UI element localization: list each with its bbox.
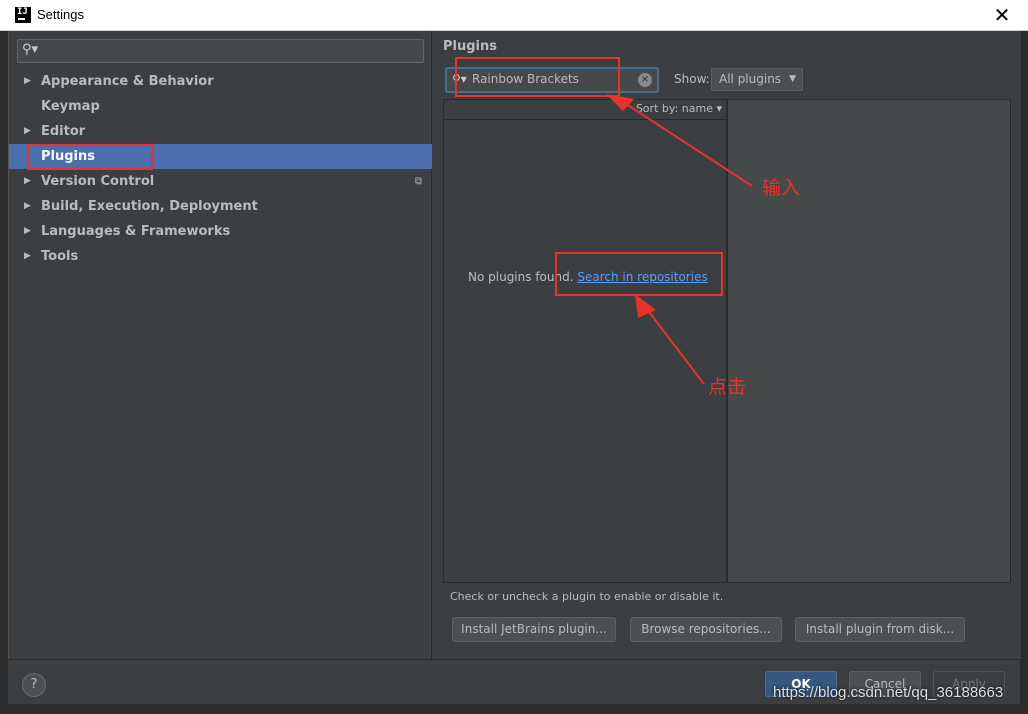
sidebar-item-tools[interactable]: ▶ Tools — [9, 244, 432, 269]
close-icon[interactable]: ✕ — [990, 3, 1014, 27]
expand-arrow-icon[interactable]: ▶ — [24, 119, 31, 144]
sidebar-item-label: Keymap — [41, 99, 100, 114]
sort-by-label: Sort by: name — [635, 102, 713, 115]
browse-repositories-button[interactable]: Browse repositories... — [630, 617, 782, 642]
sidebar-item-label: Tools — [41, 249, 79, 264]
show-label: Show: — [674, 72, 710, 86]
title-bar: IJ Settings ✕ — [0, 0, 1028, 31]
search-icon: ⚲▾ — [22, 42, 39, 57]
sidebar-item-version-control[interactable]: ▶ Version Control ⧉ — [9, 169, 432, 194]
expand-arrow-icon[interactable]: ▶ — [24, 244, 31, 269]
settings-sidebar: ⚲▾ ▶ Appearance & Behavior Keymap ▶ Edit… — [9, 31, 432, 659]
annotation-box-link — [555, 252, 723, 296]
plugin-list: Sort by: name ▾ No plugins found. Search… — [443, 99, 727, 583]
plugin-detail-panel — [727, 99, 1011, 583]
enable-hint: Check or uncheck a plugin to enable or d… — [450, 590, 724, 603]
chevron-down-icon: ▼ — [789, 74, 796, 84]
sidebar-item-label: Editor — [41, 124, 86, 139]
settings-content: ⚲▾ ▶ Appearance & Behavior Keymap ▶ Edit… — [8, 31, 1021, 659]
expand-arrow-icon[interactable]: ▶ — [24, 69, 31, 94]
editor-background-strip — [0, 704, 1028, 714]
help-button[interactable]: ? — [22, 673, 46, 697]
annotation-label-click: 点击 — [708, 376, 747, 398]
sidebar-item-label: Build, Execution, Deployment — [41, 199, 258, 214]
expand-arrow-icon[interactable]: ▶ — [24, 194, 31, 219]
intellij-app-icon: IJ — [15, 7, 31, 23]
page-title: Plugins — [443, 39, 497, 54]
sidebar-item-label: Version Control — [41, 174, 155, 189]
settings-window: IJ Settings ✕ ⚲▾ ▶ Appearance & Behavior… — [0, 0, 1028, 714]
project-settings-icon: ⧉ — [414, 176, 422, 187]
install-from-disk-button[interactable]: Install plugin from disk... — [795, 617, 965, 642]
sidebar-item-build[interactable]: ▶ Build, Execution, Deployment — [9, 194, 432, 219]
sidebar-item-editor[interactable]: ▶ Editor — [9, 119, 432, 144]
plugin-list-header: Sort by: name ▾ — [444, 100, 726, 120]
sidebar-item-label: Languages & Frameworks — [41, 224, 231, 239]
annotation-box-plugins — [27, 144, 153, 170]
clear-icon[interactable]: × — [638, 73, 652, 87]
plugins-panel: Plugins ⚲▾ Rainbow Brackets × Show: All … — [433, 31, 1021, 659]
expand-arrow-icon[interactable]: ▶ — [24, 219, 31, 244]
install-jetbrains-plugin-button[interactable]: Install JetBrains plugin... — [452, 617, 616, 642]
sidebar-item-keymap[interactable]: Keymap — [9, 94, 432, 119]
annotation-label-input: 输入 — [762, 177, 801, 199]
expand-arrow-icon[interactable]: ▶ — [24, 169, 31, 194]
sidebar-item-languages[interactable]: ▶ Languages & Frameworks — [9, 219, 432, 244]
sidebar-item-appearance[interactable]: ▶ Appearance & Behavior — [9, 69, 432, 94]
show-filter-select[interactable]: All plugins ▼ — [711, 68, 803, 91]
settings-search-input[interactable]: ⚲▾ — [17, 39, 424, 63]
watermark-text: https://blog.csdn.net/qq_36188663 — [773, 684, 1004, 701]
window-title: Settings — [37, 7, 84, 22]
sidebar-item-label: Appearance & Behavior — [41, 74, 214, 89]
show-filter-value: All plugins — [719, 72, 782, 86]
sort-by-button[interactable]: Sort by: name ▾ — [636, 102, 722, 115]
annotation-box-search — [455, 57, 620, 97]
